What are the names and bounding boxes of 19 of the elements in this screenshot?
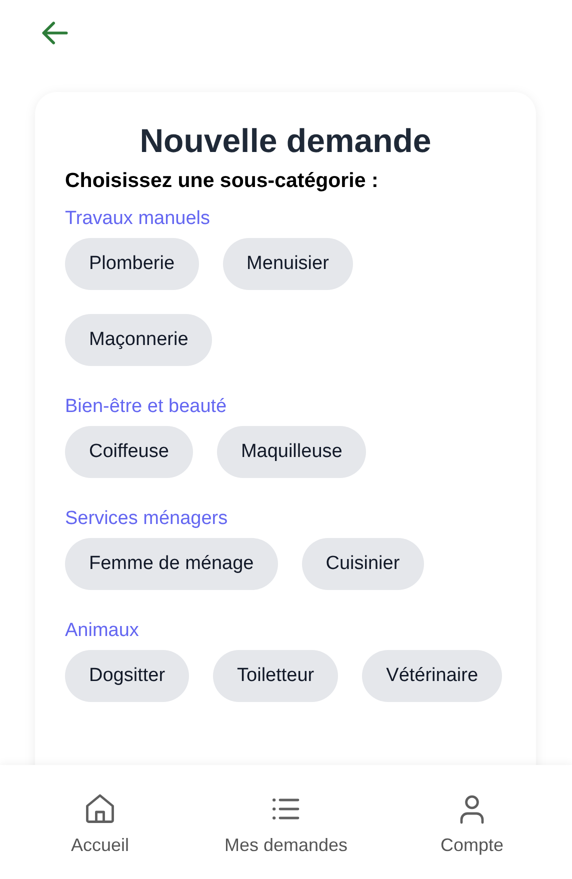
subcategory-chip[interactable]: Femme de ménage (65, 538, 278, 590)
nav-tab[interactable]: Accueil (20, 765, 180, 879)
nav-tab[interactable]: Compte (392, 765, 552, 879)
subcategory-chip[interactable]: Plomberie (65, 238, 199, 290)
subcategory-chip[interactable]: Maquilleuse (216, 426, 366, 478)
category-label: Travaux manuels (65, 207, 210, 231)
page-title: Nouvelle demande (138, 121, 432, 161)
category-label: Animaux (65, 619, 139, 643)
section-heading: Choisissez une sous-catégorie : (65, 168, 380, 194)
subcategory-chip[interactable]: Vétérinaire (362, 650, 502, 702)
subcategory-chip[interactable]: Dogsitter (65, 650, 190, 702)
category-label: Services ménagers (65, 507, 228, 531)
subcategory-chip[interactable]: Maçonnerie (65, 314, 212, 366)
nav-tab[interactable]: Mes demandes (206, 765, 366, 879)
subcategory-chip[interactable]: Cuisinier (302, 538, 424, 590)
subcategory-chip[interactable]: Menuisier (222, 238, 353, 290)
category-label: Bien-être et beauté (65, 395, 227, 419)
subcategory-chip[interactable]: Toiletteur (213, 650, 338, 702)
subcategory-chip[interactable]: Coiffeuse (65, 426, 193, 478)
